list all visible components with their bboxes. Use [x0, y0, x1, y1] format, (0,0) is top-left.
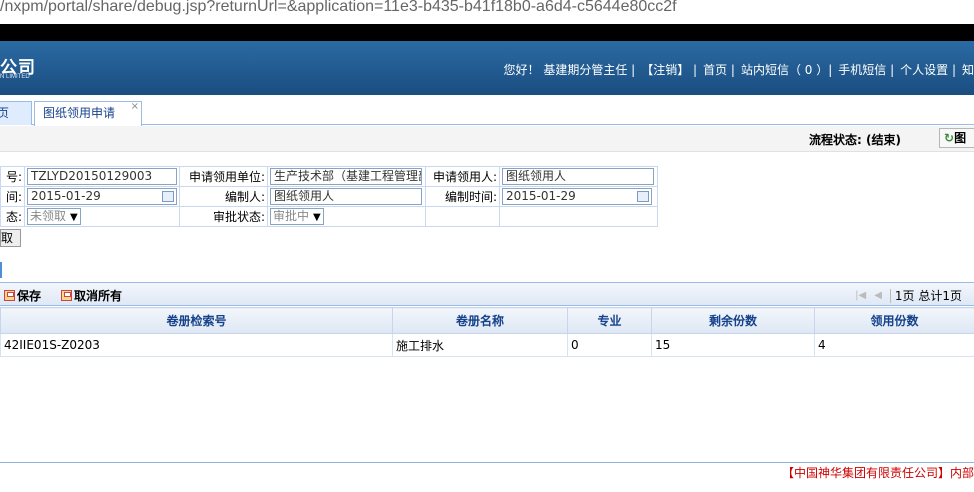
save-button[interactable]: 保存	[4, 287, 41, 304]
save-button-label: 保存	[17, 289, 42, 303]
field-cell: 生产技术部（基建工程管理部）	[267, 166, 426, 187]
field-label: 态:	[0, 206, 25, 227]
volume-number-cell[interactable]: 42IIE01S-Z0203	[0, 333, 393, 357]
field-label: 号:	[0, 166, 25, 187]
department-input[interactable]: 生产技术部（基建工程管理部）	[270, 168, 422, 185]
prepare-date-value: 2015-01-29	[506, 189, 576, 203]
field-cell: 2015-01-29	[499, 186, 658, 207]
apply-date-value: 2015-01-29	[31, 189, 101, 203]
greeting: 您好！ 基建期分管主任 |	[503, 63, 636, 77]
dropdown-arrow-icon: ▼	[313, 212, 321, 223]
cancel-icon	[61, 290, 72, 301]
field-cell: 未领取 ▼	[24, 206, 180, 227]
tab-drawing-request-label: 图纸领用申请	[43, 106, 116, 120]
flow-chart-button-label: 图	[954, 131, 967, 145]
flow-bar: 流程状态: (结束) ↻图	[0, 126, 974, 152]
approval-status-select[interactable]: 审批中 ▼	[270, 208, 324, 225]
flow-chart-button[interactable]: ↻图	[939, 128, 974, 148]
column-header[interactable]: 剩余份数	[651, 307, 815, 334]
pager-separator	[889, 288, 891, 303]
field-cell: 审批中 ▼	[267, 206, 426, 227]
column-header[interactable]: 领用份数	[814, 307, 974, 334]
receive-button[interactable]: 取	[0, 229, 21, 247]
grid-toolbar: 保存 取消所有 |◀ ◀ 1页 总计1页	[0, 282, 974, 306]
messages-link[interactable]: 站内短信（ 0 ）|	[741, 61, 832, 78]
request-form: 号: TZLYD20150129003 申请领用单位: 生产技术部（基建工程管理…	[0, 166, 658, 227]
drawing-grid: 卷册检索号 卷册名称 专业 剩余份数 领用份数 42IIE01S-Z0203 施…	[0, 307, 974, 357]
field-cell: TZLYD20150129003	[24, 166, 180, 187]
sms-link[interactable]: 手机短信 |	[838, 61, 894, 78]
cancel-all-button[interactable]: 取消所有	[61, 287, 122, 304]
app-header: 公司 N LIMITED 您好！ 基建期分管主任 | 【注销】 | 首页 | 站…	[0, 41, 974, 95]
dropdown-arrow-icon: ▼	[70, 212, 78, 223]
close-icon[interactable]: ×	[131, 96, 139, 118]
more-link[interactable]: 知	[962, 61, 974, 78]
tab-drawing-request[interactable]: 图纸领用申请 ×	[34, 101, 142, 126]
column-header[interactable]: 卷册名称	[392, 307, 568, 334]
volume-name-cell[interactable]: 施工排水	[392, 333, 568, 357]
bottom-divider	[0, 462, 974, 463]
logout-link[interactable]: 【注销】 |	[641, 61, 697, 78]
field-label: 间:	[0, 186, 25, 207]
column-header[interactable]: 卷册检索号	[0, 307, 393, 334]
top-nav: 您好！ 基建期分管主任 | 【注销】 | 首页 | 站内短信（ 0 ）| 手机短…	[498, 61, 974, 78]
table-row[interactable]: 42IIE01S-Z0203 施工排水 0 15 4	[0, 333, 974, 357]
address-bar[interactable]: /nxpm/portal/share/debug.jsp?returnUrl=&…	[0, 0, 974, 24]
empty-cell	[425, 206, 500, 227]
receive-status-select[interactable]: 未领取 ▼	[27, 208, 81, 225]
remaining-copies-cell[interactable]: 15	[651, 333, 815, 357]
grid-header-row: 卷册检索号 卷册名称 专业 剩余份数 领用份数	[0, 307, 974, 334]
calendar-icon[interactable]	[637, 191, 649, 202]
home-link[interactable]: 首页 |	[703, 61, 735, 78]
field-cell: 图纸领用人	[499, 166, 658, 187]
settings-link[interactable]: 个人设置 |	[900, 61, 956, 78]
flow-status: 流程状态: (结束)	[809, 133, 901, 147]
field-label: 申请领用单位:	[179, 166, 268, 187]
company-logo-subtitle: N LIMITED	[0, 74, 30, 80]
prev-page-icon[interactable]: ◀	[874, 290, 882, 301]
applicant-input[interactable]: 图纸领用人	[502, 168, 654, 185]
receive-status-value: 未领取	[30, 209, 67, 223]
footer-text: 【中国神华集团有限责任公司】内部	[781, 466, 974, 480]
approval-status-value: 审批中	[273, 209, 310, 223]
save-icon	[4, 290, 15, 301]
preparer-input[interactable]: 图纸领用人	[270, 188, 422, 205]
apply-date-input[interactable]: 2015-01-29	[27, 188, 177, 205]
prepare-date-input[interactable]: 2015-01-29	[502, 188, 652, 205]
tab-home-label: 页	[0, 106, 10, 120]
pager: |◀ ◀ 1页 总计1页	[847, 287, 962, 304]
field-label: 编制时间:	[425, 186, 500, 207]
refresh-icon: ↻	[944, 131, 955, 145]
request-number-input[interactable]: TZLYD20150129003	[27, 168, 177, 185]
specialty-cell[interactable]: 0	[567, 333, 652, 357]
page-info: 1页 总计1页	[894, 289, 962, 303]
cancel-all-button-label: 取消所有	[74, 289, 123, 303]
empty-cell	[499, 206, 658, 227]
browser-strip	[0, 24, 974, 41]
tab-home[interactable]: 页	[0, 101, 32, 125]
field-label: 编制人:	[179, 186, 268, 207]
field-cell: 图纸领用人	[267, 186, 426, 207]
panel-marker	[0, 262, 2, 278]
field-label: 申请领用人:	[425, 166, 500, 187]
calendar-icon[interactable]	[162, 191, 174, 202]
field-label: 审批状态:	[179, 206, 268, 227]
tab-bar: 页 图纸领用申请 ×	[0, 95, 974, 126]
field-cell: 2015-01-29	[24, 186, 180, 207]
first-page-icon[interactable]: |◀	[855, 290, 866, 301]
column-header[interactable]: 专业	[567, 307, 652, 334]
requested-copies-cell[interactable]: 4	[814, 333, 974, 357]
